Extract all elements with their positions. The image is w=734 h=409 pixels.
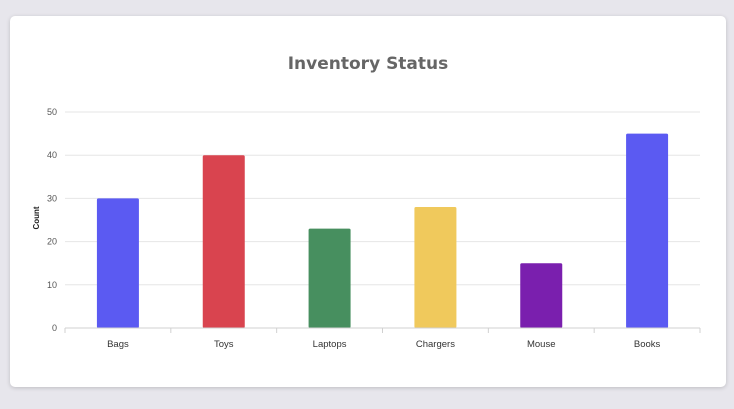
gridlines (65, 111, 700, 286)
bar-mouse (520, 263, 563, 328)
y-axis-title: Count (32, 206, 41, 229)
y-tick-label: 50 (47, 107, 57, 117)
x-tick-label: Bags (107, 339, 129, 350)
bar-books (626, 133, 669, 328)
x-tick-label: Books (634, 339, 661, 350)
y-axis-ticks: 0 10 20 30 40 50 (47, 107, 57, 333)
chart-card: Inventory Status Count 0 10 20 30 40 50 Bags T… (10, 16, 726, 387)
y-tick-label: 30 (47, 193, 57, 203)
bar-chart: Inventory Status Count 0 10 20 30 40 50 Bags T… (32, 54, 701, 350)
chart-title: Inventory Status (288, 54, 449, 74)
x-tick-label: Toys (214, 339, 234, 350)
bar-chargers (414, 207, 457, 328)
bar-toys (202, 155, 245, 328)
x-tick-label: Chargers (416, 339, 455, 350)
y-tick-label: 20 (47, 237, 57, 247)
x-tick-label: Mouse (527, 339, 556, 350)
x-axis: Bags Toys Laptops Chargers Mouse Books (64, 327, 701, 350)
bars (96, 133, 669, 328)
x-tick-label: Laptops (313, 339, 347, 350)
y-tick-label: 40 (47, 150, 57, 160)
bar-laptops (308, 228, 351, 328)
bar-bags (96, 198, 139, 328)
y-tick-label: 0 (52, 323, 57, 333)
y-tick-label: 10 (47, 280, 57, 290)
